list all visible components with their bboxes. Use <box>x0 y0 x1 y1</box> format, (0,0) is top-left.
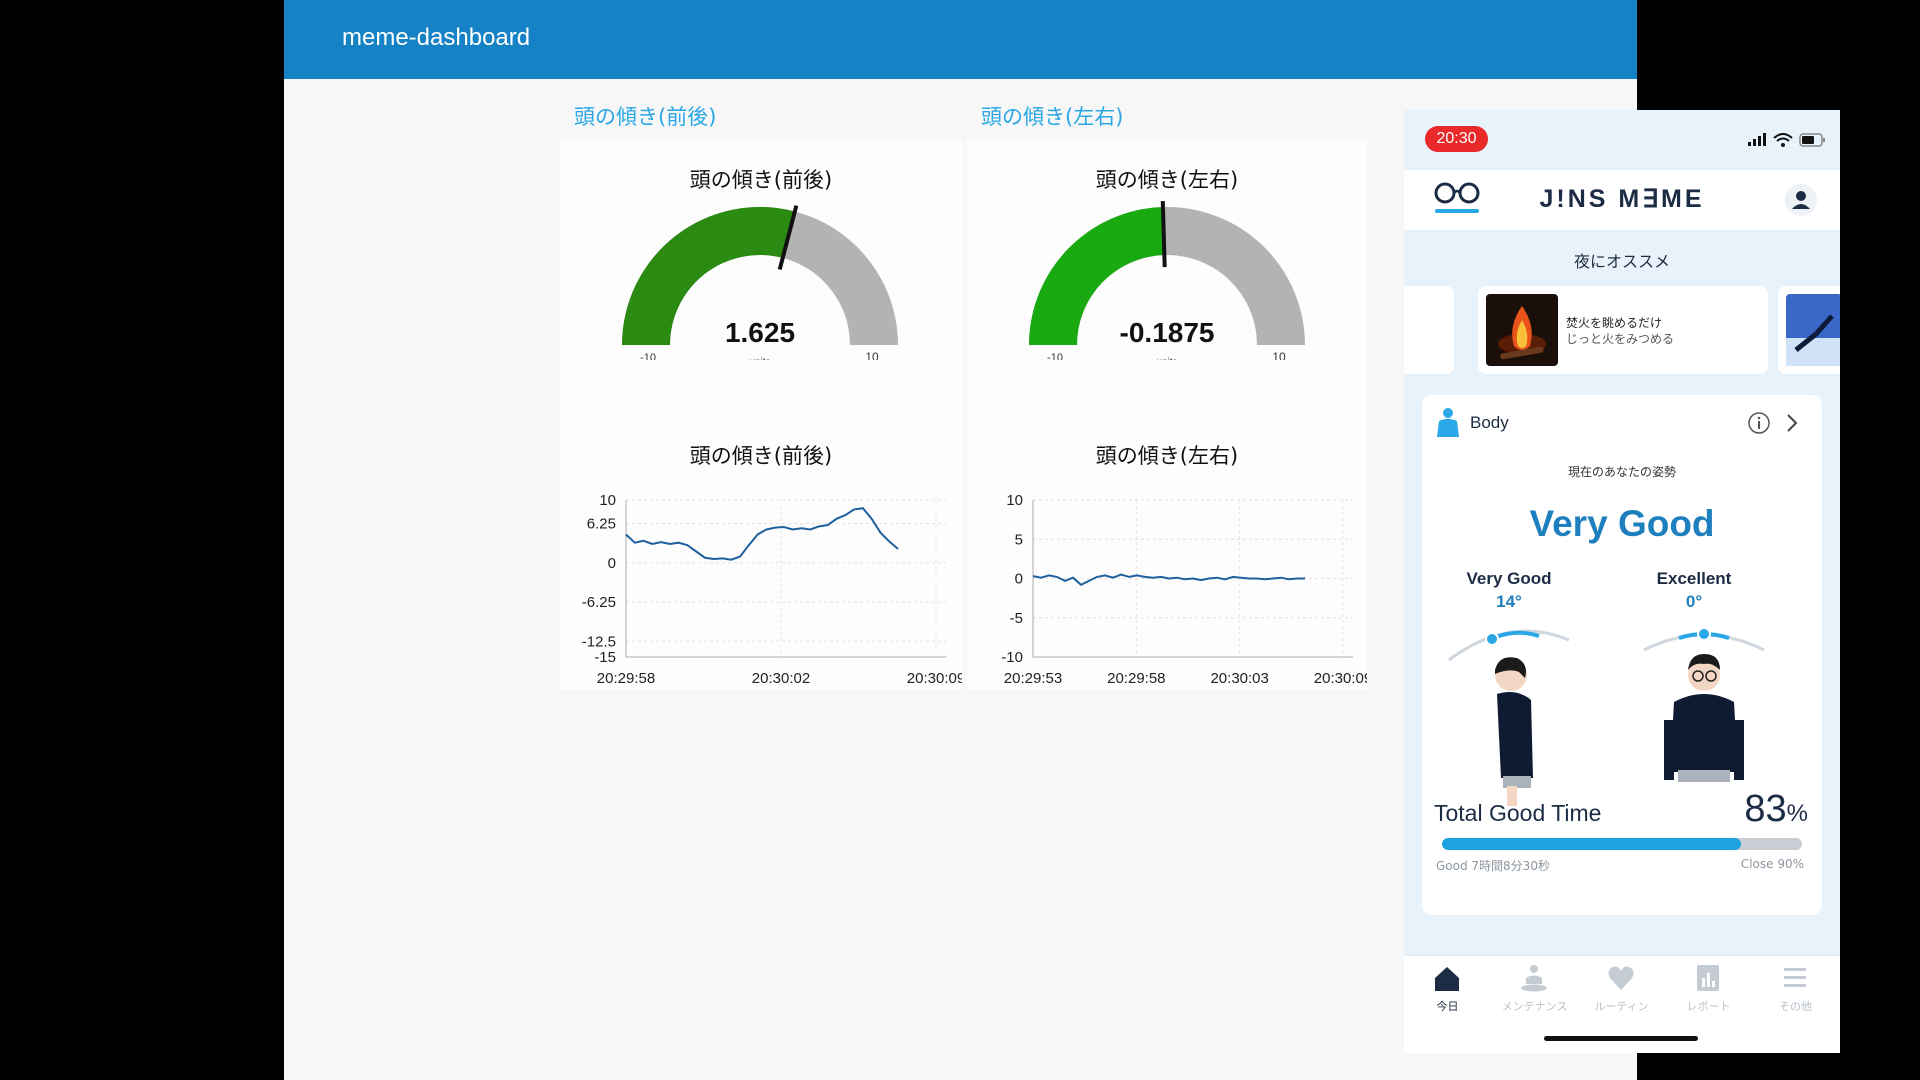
x-tick-label: 20:29:58 <box>1107 670 1165 687</box>
campfire-thumbnail <box>1486 294 1558 366</box>
y-tick-label: -5 <box>1010 610 1023 627</box>
tab-label: メンテナンス <box>1501 1000 1568 1013</box>
gauge-max-label: 10 <box>1272 350 1286 360</box>
posture-left-angle: 14° <box>1496 592 1522 611</box>
dashboard-header: meme-dashboard <box>284 0 1637 79</box>
tab-maintenance[interactable]: メンテナンス <box>1491 956 1578 1016</box>
app-logo: J!NS M∃ME <box>1539 185 1705 213</box>
group-card-front-back: 頭の傾き(前後) 1.625 units -10 10 頭の傾き(前後) 10 6.25… <box>560 140 962 690</box>
menu-icon <box>1784 968 1806 987</box>
posture-side-figure <box>1448 629 1570 806</box>
gauge-value: -0.1875 <box>1120 317 1215 348</box>
body-card: Body 現在のあなたの姿勢 Very Good Very Good 14° E… <box>1422 395 1822 915</box>
gauge-title: 頭の傾き(左右) <box>1095 168 1239 192</box>
home-icon <box>1435 967 1459 991</box>
tab-more[interactable]: その他 <box>1752 956 1839 1016</box>
total-good-progress-fill <box>1442 838 1741 850</box>
rec-card-title: 焚火を眺めるだけ <box>1566 316 1663 330</box>
group-title-left-right: 頭の傾き(左右) <box>981 105 1124 129</box>
posture-left-label: Very Good <box>1466 569 1552 588</box>
battery-icon <box>1799 133 1825 147</box>
rec-card[interactable]: 焚火を眺めるだけ じっと火をみつめる <box>1478 286 1768 374</box>
tab-routine[interactable]: ルーティン <box>1578 956 1665 1016</box>
gauge-min-label: -10 <box>1047 352 1063 360</box>
gauge-units: units <box>749 357 770 360</box>
y-tick-label: 0 <box>608 555 616 572</box>
y-tick-label: 0 <box>1015 571 1023 588</box>
posture-overall: Very Good <box>1529 503 1715 544</box>
rec-card-next[interactable] <box>1778 286 1840 374</box>
total-good-unit: % <box>1786 800 1808 827</box>
x-tick-label: 20:29:58 <box>597 670 655 687</box>
chart-front-back: 10 6.25 0 -6.25 -12.5-15 20:29:58 20:30:02 20:3… <box>582 492 962 687</box>
heart-icon <box>1608 966 1634 990</box>
series-line <box>625 507 899 561</box>
rec-card-prev[interactable] <box>1404 286 1454 374</box>
tab-label: その他 <box>1779 1000 1812 1013</box>
body-icon <box>1437 408 1459 437</box>
y-tick-label: -10 <box>1001 649 1023 666</box>
x-tick-label: 20:30:03 <box>1210 670 1268 687</box>
chart-title: 頭の傾き(左右) <box>1095 444 1239 468</box>
meditation-icon <box>1521 965 1547 992</box>
section-title: 夜にオススメ <box>1573 252 1670 271</box>
total-good-footer-right: Close 90% <box>1740 857 1804 871</box>
tab-today[interactable]: 今日 <box>1404 956 1491 1016</box>
dashboard-title: meme-dashboard <box>342 24 531 51</box>
total-good-number: 83 <box>1744 788 1787 830</box>
x-tick-label: 20:30:09 <box>907 670 962 687</box>
gauge-max-label: 10 <box>865 350 879 360</box>
total-good-progress-track <box>1442 838 1802 850</box>
y-tick-label: 6.25 <box>587 516 616 533</box>
gauge-title: 頭の傾き(前後) <box>689 168 833 192</box>
total-good-footer-left: Good 7時間8分30秒 <box>1436 859 1550 873</box>
y-tick-label: -15 <box>594 649 616 666</box>
gauge-needle <box>1160 201 1167 268</box>
x-tick-label: 20:30:02 <box>752 670 810 687</box>
report-icon <box>1697 965 1719 991</box>
tab-label: レポート <box>1686 1000 1731 1013</box>
chart-title: 頭の傾き(前後) <box>689 444 833 468</box>
phone-screen: 20:30 J!NS M∃ME 夜にオススメ 焚火を眺めるだけ じっと火をみつめ… <box>1404 110 1840 1053</box>
status-time: 20:30 <box>1425 126 1488 152</box>
gauge-front-back: 1.625 units -10 10 <box>622 205 898 360</box>
info-icon[interactable] <box>1747 411 1771 435</box>
tab-label: ルーティン <box>1594 1000 1649 1013</box>
screen: meme-dashboard 頭の傾き(前後) 頭の傾き(前後) 1.625 un… <box>0 0 1920 1080</box>
rec-card-subtitle: じっと火をみつめる <box>1566 332 1675 346</box>
y-tick-label: -12.5 <box>582 633 616 650</box>
chart-left-right: 10 5 0 -5 -10 20:29:53 20:29:58 20:30:03 20:30:0… <box>1001 492 1367 687</box>
x-tick-label: 20:29:53 <box>1004 670 1062 687</box>
profile-icon[interactable] <box>1784 183 1818 217</box>
tab-label: 今日 <box>1436 1000 1459 1013</box>
group-card-left-right: 頭の傾き(左右) -0.1875 units -10 10 頭の傾き(左右) 10 5 0… <box>967 140 1367 690</box>
y-tick-label: 10 <box>1006 492 1023 509</box>
tab-report[interactable]: レポート <box>1665 956 1752 1016</box>
wifi-icon <box>1773 133 1793 147</box>
total-good-value: 83% <box>1744 788 1808 831</box>
total-good-label: Total Good Time <box>1434 800 1602 826</box>
posture-subtitle: 現在のあなたの姿勢 <box>1567 465 1676 479</box>
yoga-thumbnail <box>1786 294 1840 366</box>
chevron-right-icon[interactable] <box>1784 411 1800 435</box>
y-tick-label: 10 <box>599 492 616 509</box>
x-tick-label: 20:30:09 <box>1314 670 1367 687</box>
y-tick-label: -6.25 <box>582 594 616 611</box>
y-tick-label: 5 <box>1015 531 1023 548</box>
posture-right-angle: 0° <box>1685 592 1703 611</box>
signal-icon <box>1748 133 1766 146</box>
posture-right-label: Excellent <box>1656 569 1732 588</box>
app-bar: J!NS M∃ME <box>1404 170 1840 230</box>
home-indicator <box>1544 1036 1698 1041</box>
gauge-units: units <box>1156 357 1177 360</box>
series-line <box>1032 573 1305 586</box>
gauge-min-label: -10 <box>640 352 656 360</box>
body-label: Body <box>1470 413 1509 432</box>
group-title-front-back: 頭の傾き(前後) <box>574 105 717 129</box>
gauge-left-right: -0.1875 units -10 10 <box>1029 201 1305 360</box>
gauge-value: 1.625 <box>725 317 795 348</box>
